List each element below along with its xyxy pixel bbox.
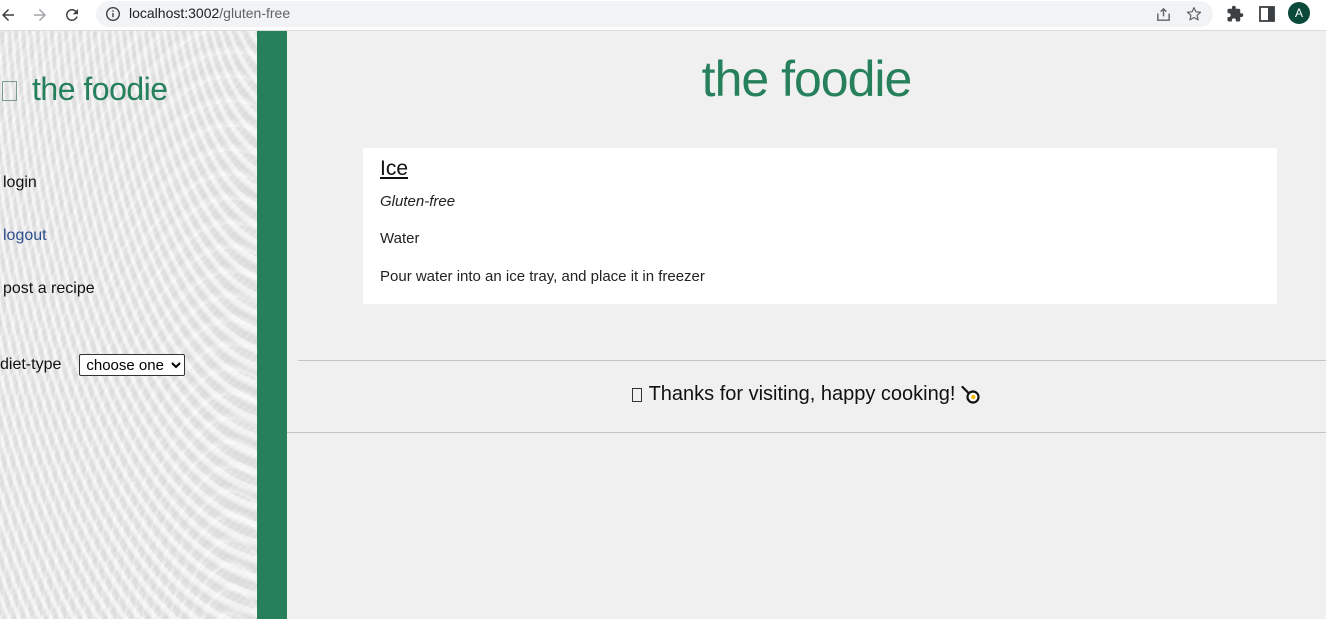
recipe-instructions: Pour water into an ice tray, and place i… xyxy=(380,268,705,285)
side-panel-icon[interactable] xyxy=(1258,5,1276,23)
page-title: the foodie xyxy=(701,51,913,107)
logout-link[interactable]: logout xyxy=(3,227,47,245)
footer-divider-top xyxy=(298,360,1326,361)
url-host: localhost:3002 xyxy=(129,5,220,21)
login-link[interactable]: login xyxy=(3,174,37,192)
sidebar-accent-stripe xyxy=(257,31,287,619)
diet-type-filter: diet-type choose one xyxy=(0,354,186,376)
footer-message: Thanks for visiting, happy cooking! xyxy=(648,383,956,405)
extensions-icon[interactable] xyxy=(1226,5,1244,23)
url-path: /gluten-free xyxy=(219,5,291,21)
diet-type-select[interactable]: choose one xyxy=(79,354,186,376)
reload-icon[interactable] xyxy=(60,3,84,27)
recipe-diet-type: Gluten-free xyxy=(380,193,456,210)
recipe-ingredients: Water xyxy=(380,230,420,247)
sidebar-logo-text: the foodie xyxy=(32,71,168,107)
missing-glyph-icon xyxy=(631,387,642,402)
info-icon[interactable] xyxy=(105,6,121,22)
footer-divider-bottom xyxy=(287,432,1326,433)
profile-avatar[interactable]: A xyxy=(1288,2,1310,24)
sidebar: the foodie login logout post a recipe di… xyxy=(0,31,257,619)
missing-glyph-icon xyxy=(2,80,17,101)
frying-pan-egg-icon xyxy=(961,385,981,404)
post-recipe-link[interactable]: post a recipe xyxy=(3,280,95,298)
star-icon[interactable] xyxy=(1185,5,1203,23)
recipe-card: Ice Gluten-free Water Pour water into an… xyxy=(363,148,1277,304)
footer: Thanks for visiting, happy cooking! xyxy=(287,383,1326,406)
recipe-title-link[interactable]: Ice xyxy=(380,157,408,181)
browser-toolbar: localhost:3002/gluten-free A xyxy=(0,0,1326,31)
diet-type-label: diet-type xyxy=(0,356,62,373)
url-text[interactable]: localhost:3002/gluten-free xyxy=(129,5,290,21)
share-icon[interactable] xyxy=(1155,6,1172,23)
sidebar-logo[interactable]: the foodie xyxy=(2,71,168,108)
address-bar[interactable]: localhost:3002/gluten-free xyxy=(96,1,1213,27)
back-icon[interactable] xyxy=(0,3,20,27)
forward-icon[interactable] xyxy=(28,3,52,27)
